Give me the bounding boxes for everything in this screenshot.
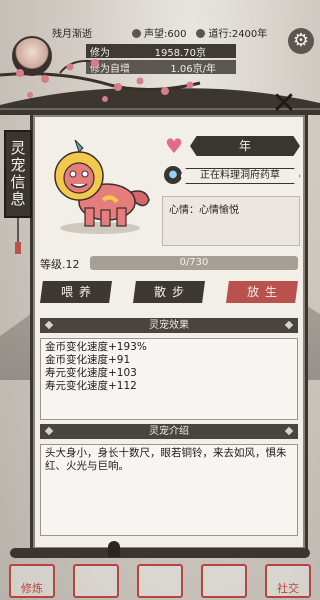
dao-icon <box>196 28 206 38</box>
nav-item-2[interactable] <box>73 564 119 598</box>
effect-item: 寿元变化速度+103 <box>45 367 137 379</box>
top-status-bar: 残月渐逝 声望:600 道行:2400年 <box>52 22 286 42</box>
effects-list: 金币变化速度+193% 金币变化速度+91 寿元变化速度+103 寿元变化速度+… <box>40 338 298 420</box>
gear-icon[interactable]: ⚙ <box>288 28 314 54</box>
dao-label: 道行:2400年 <box>208 28 268 40</box>
action-buttons: 喂养 散步 放生 <box>40 281 298 303</box>
player-name: 残月渐逝 <box>52 28 92 40</box>
scroll-knob <box>108 541 120 557</box>
prestige-stat: 声望:600 <box>132 25 186 40</box>
prestige-label: 声望:600 <box>144 28 187 40</box>
dao-stat: 道行:2400年 <box>196 25 267 40</box>
intro-box: 头大身小，身长十数尺，眼若铜铃，来去如风，惧朱红、火光与巨响。 <box>40 444 298 536</box>
nav-social[interactable]: 社交 <box>265 564 311 598</box>
prestige-icon <box>132 28 141 38</box>
effect-item: 金币变化速度+91 <box>45 354 131 366</box>
bottom-nav: 修炼 社交 <box>0 562 320 600</box>
tassel-decoration <box>15 218 21 254</box>
pet-status: 正在料理洞府药草 <box>180 168 300 184</box>
level-label: 等级.12 <box>40 258 80 271</box>
effect-item: 金币变化速度+193% <box>45 341 147 353</box>
mood-text: 心情：心情愉悦 <box>169 205 239 216</box>
scroll-rod <box>10 548 310 558</box>
feed-button[interactable]: 喂养 <box>40 281 112 303</box>
effects-section-title: 灵宠效果 <box>40 318 298 333</box>
release-button[interactable]: 放生 <box>226 281 298 303</box>
pet-illustration <box>54 140 150 234</box>
intro-text: 头大身小，身长十数尺，眼若铜铃，来去如风，惧朱红、火光与巨响。 <box>45 447 287 472</box>
nav-item-4[interactable] <box>201 564 247 598</box>
effect-item: 寿元变化速度+112 <box>45 380 137 392</box>
walk-button[interactable]: 散步 <box>133 281 205 303</box>
level-progress-bar: 0/730 <box>90 256 298 270</box>
nav-item-3[interactable] <box>137 564 183 598</box>
close-icon[interactable]: ✕ <box>270 89 298 119</box>
side-tab-pet-info: 灵宠信息 <box>4 130 32 218</box>
location-pin-icon: ● <box>164 166 182 184</box>
pet-name-plate[interactable]: 年 <box>190 136 300 156</box>
nav-cultivate[interactable]: 修炼 <box>9 564 55 598</box>
heart-icon: ♥ <box>165 134 183 158</box>
mood-box: 心情：心情愉悦 <box>162 196 300 246</box>
intro-section-title: 灵宠介绍 <box>40 424 298 439</box>
level-progress-text: 0/730 <box>179 257 209 268</box>
